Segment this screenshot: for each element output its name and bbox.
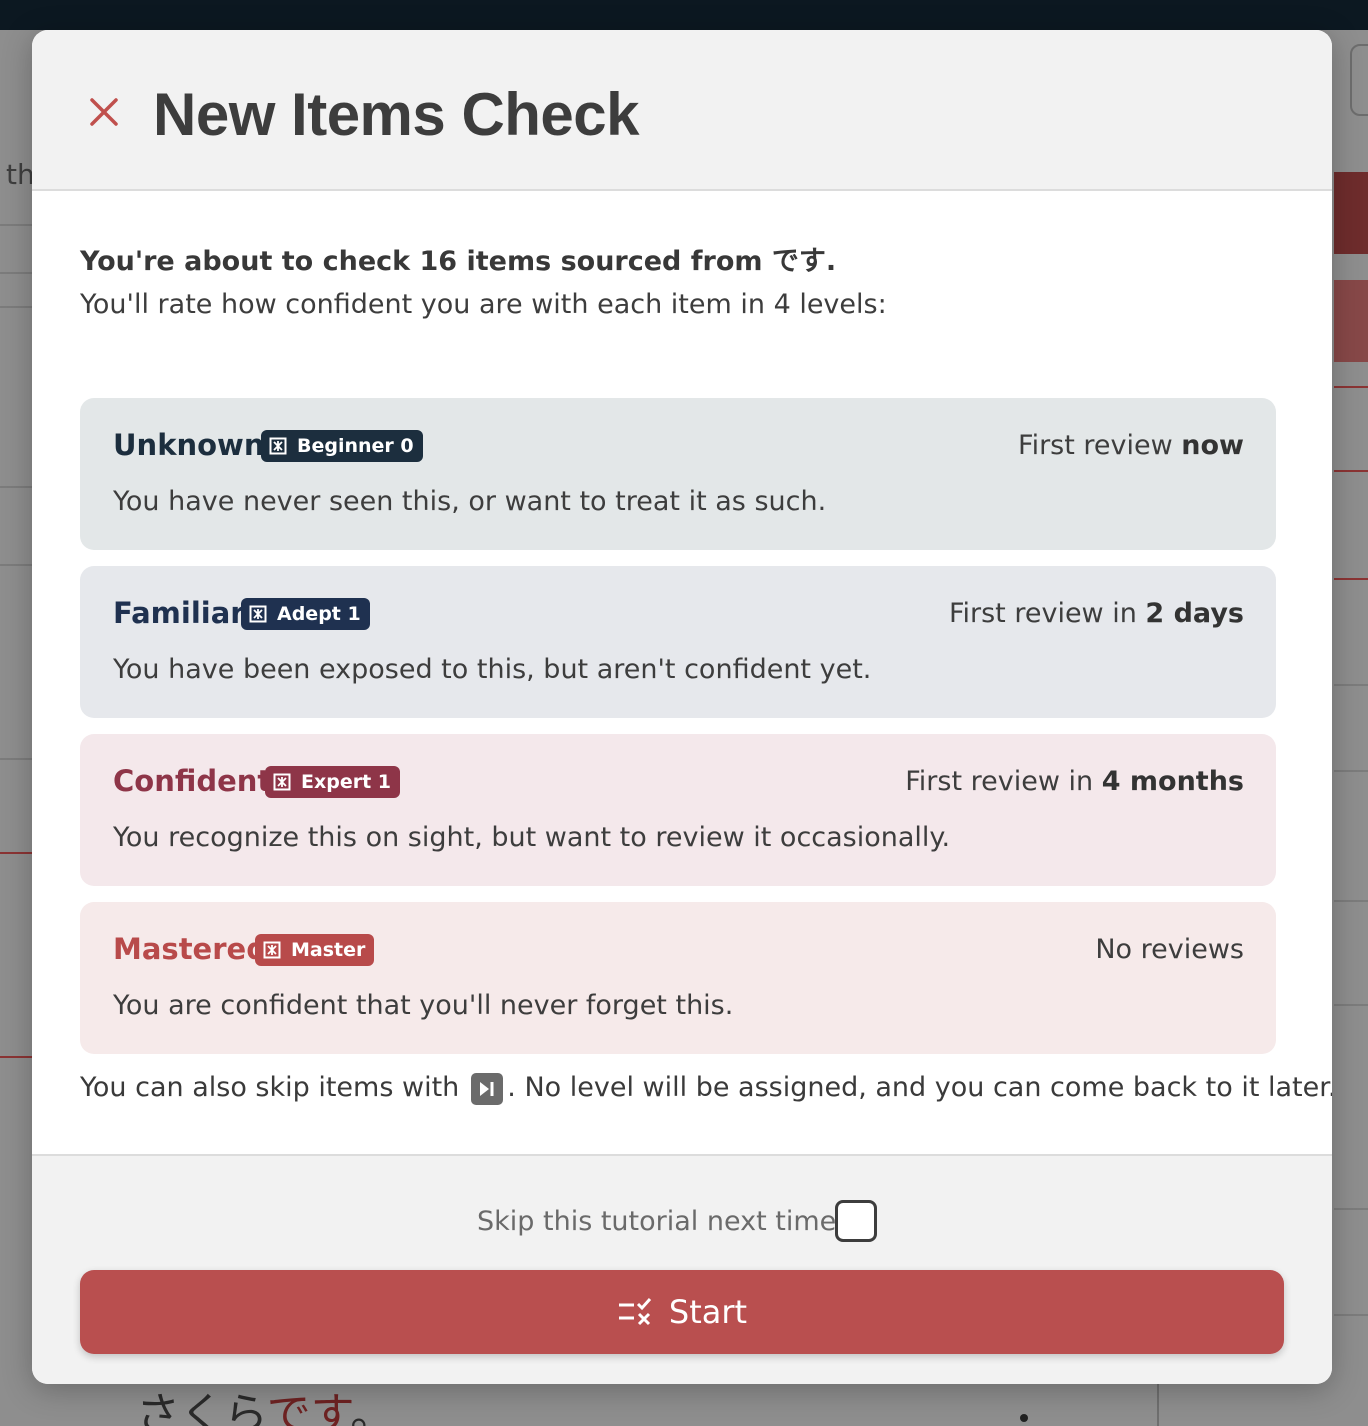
- level-card-familiar: Familiar Adept 1 First review in 2 days …: [80, 566, 1276, 718]
- background-divider: [1334, 684, 1368, 686]
- level-review-timing: First review in 4 months: [905, 766, 1244, 797]
- background-sentence: さくらです。: [136, 1378, 394, 1426]
- skip-tutorial-checkbox[interactable]: [835, 1200, 877, 1242]
- srs-level-icon: [273, 773, 291, 791]
- level-badge: Expert 1: [265, 766, 401, 798]
- level-description: You have never seen this, or want to tre…: [113, 486, 827, 517]
- background-dot: [1020, 1414, 1028, 1422]
- checklist-icon: [618, 1298, 652, 1326]
- close-button[interactable]: [84, 92, 124, 132]
- review-value: now: [1181, 430, 1244, 461]
- background-sentence-plain: さくら: [136, 1389, 267, 1426]
- background-divider: [1334, 1208, 1368, 1210]
- level-review-timing: No reviews: [1095, 934, 1244, 965]
- background-divider: [0, 852, 32, 854]
- background-divider: [0, 224, 32, 226]
- level-review-timing: First review in 2 days: [949, 598, 1244, 629]
- background-divider: [0, 272, 32, 274]
- background-divider: [1334, 470, 1368, 472]
- background-sentence-end: 。: [350, 1389, 395, 1426]
- dialog-footer: Skip this tutorial next time Start: [32, 1154, 1332, 1384]
- review-prefix: First review in: [905, 766, 1102, 797]
- level-review-timing: First review now: [1018, 430, 1244, 461]
- skip-note-after: . No level will be assigned, and you can…: [507, 1071, 1332, 1103]
- level-description: You are confident that you'll never forg…: [113, 990, 734, 1021]
- background-divider: [1334, 578, 1368, 580]
- level-name: Confident: [113, 764, 272, 798]
- level-badge: Master: [255, 934, 375, 966]
- background-divider: [0, 1056, 32, 1058]
- level-badge-label: Expert 1: [301, 771, 392, 793]
- srs-level-icon: [269, 437, 287, 455]
- level-card-confident: Confident Expert 1 First review in 4 mon…: [80, 734, 1276, 886]
- level-badge-label: Beginner 0: [297, 435, 414, 457]
- dialog-title: New Items Check: [153, 81, 640, 148]
- level-name: Mastered: [113, 932, 267, 966]
- dialog-header: New Items Check: [32, 30, 1332, 191]
- start-button-label: Start: [668, 1293, 748, 1331]
- srs-level-icon: [249, 605, 267, 623]
- level-badge: Beginner 0: [261, 430, 423, 462]
- level-description: You have been exposed to this, but aren'…: [113, 654, 872, 685]
- background-divider: [0, 306, 32, 308]
- intro-summary: You're about to check 16 items sourced f…: [80, 246, 837, 277]
- background-divider: [1334, 386, 1368, 388]
- intro-instructions: You'll rate how confident you are with e…: [80, 289, 887, 320]
- background-divider: [0, 564, 32, 566]
- top-bar: [0, 0, 1368, 30]
- level-badge: Adept 1: [241, 598, 370, 630]
- close-icon: [90, 98, 118, 126]
- background-divider: [1334, 1314, 1368, 1316]
- background-divider: [1157, 1384, 1159, 1426]
- background-button: [1350, 44, 1368, 116]
- review-prefix: No reviews: [1095, 934, 1244, 965]
- srs-level-icon: [263, 941, 281, 959]
- level-card-mastered: Mastered Master No reviews You are confi…: [80, 902, 1276, 1054]
- level-badge-label: Master: [291, 939, 366, 961]
- background-divider: [1334, 900, 1368, 902]
- background-sentence-highlight: です: [266, 1389, 351, 1426]
- level-badge-label: Adept 1: [277, 603, 361, 625]
- review-prefix: First review in: [948, 598, 1146, 629]
- skip-tutorial-label: Skip this tutorial next time: [477, 1206, 837, 1237]
- skip-note: You can also skip items with . No level …: [80, 1071, 1332, 1105]
- background-panel: [1334, 172, 1368, 254]
- background-divider: [0, 486, 32, 488]
- review-prefix: First review: [1018, 430, 1182, 461]
- start-button[interactable]: Start: [80, 1270, 1284, 1354]
- skip-note-before: You can also skip items with: [80, 1071, 460, 1103]
- skip-forward-icon: [471, 1073, 504, 1105]
- background-divider: [1334, 1004, 1368, 1006]
- background-text-fragment: th: [6, 158, 35, 191]
- review-value: 4 months: [1101, 766, 1244, 797]
- background-divider: [1334, 770, 1368, 772]
- level-name: Familiar: [113, 596, 245, 630]
- level-description: You recognize this on sight, but want to…: [113, 822, 951, 853]
- level-name: Unknown: [113, 428, 265, 462]
- new-items-check-dialog: New Items Check You're about to check 16…: [32, 30, 1332, 1384]
- background-panel: [1334, 280, 1368, 362]
- review-value: 2 days: [1145, 598, 1244, 629]
- level-card-unknown: Unknown Beginner 0 First review now You …: [80, 398, 1276, 550]
- background-divider: [0, 758, 32, 760]
